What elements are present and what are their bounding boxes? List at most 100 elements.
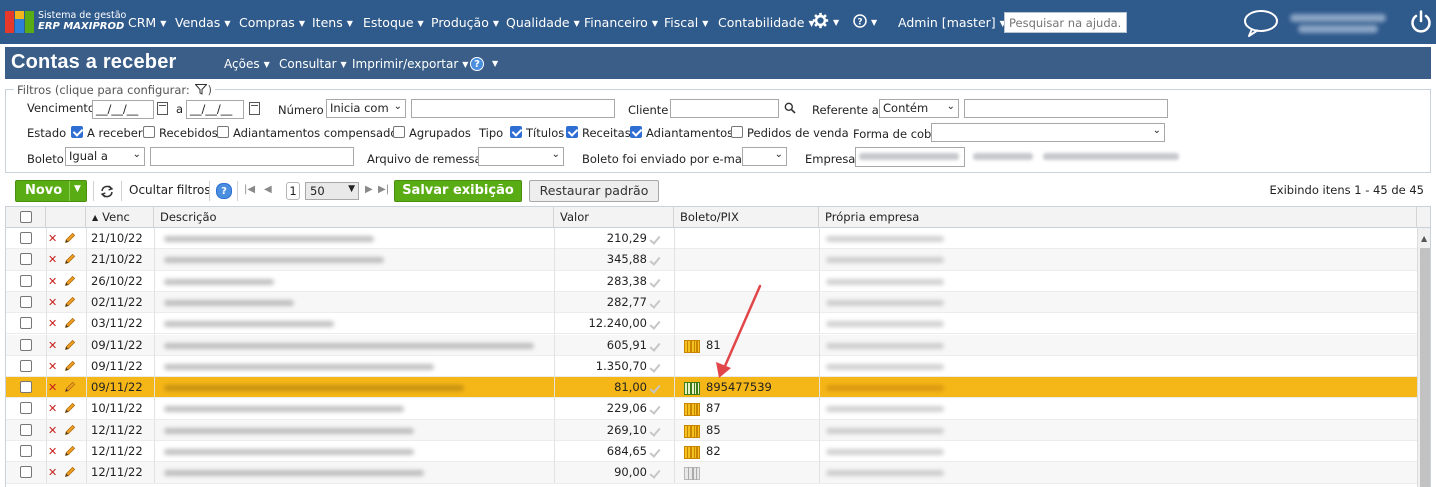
help-menu[interactable]: ? ▼ bbox=[853, 14, 877, 29]
ocultar-filtros-button[interactable]: Ocultar filtros bbox=[129, 183, 211, 197]
cell-boleto[interactable]: 87 bbox=[706, 398, 721, 419]
barcode-icon[interactable] bbox=[684, 446, 700, 459]
edit-pencil-icon[interactable] bbox=[64, 466, 76, 478]
row-checkbox[interactable] bbox=[20, 423, 32, 436]
cell-boleto[interactable]: 895477539 bbox=[706, 377, 772, 398]
delete-x-icon[interactable]: ✕ bbox=[48, 466, 57, 479]
row-checkbox[interactable] bbox=[20, 232, 32, 244]
table-row[interactable]: ✕ 12/11/22 269,10 85 bbox=[6, 419, 1417, 441]
table-row[interactable]: ✕ 02/11/22 282,77 bbox=[6, 291, 1417, 314]
edit-pencil-icon[interactable] bbox=[64, 232, 76, 244]
delete-x-icon[interactable]: ✕ bbox=[48, 253, 57, 266]
delete-x-icon[interactable]: ✕ bbox=[48, 275, 57, 288]
col-descricao[interactable]: Descrição bbox=[154, 207, 554, 228]
nav-fiscal[interactable]: Fiscal ▼ bbox=[664, 15, 708, 30]
table-row[interactable]: ✕ 09/11/22 81,00 895477539 bbox=[6, 377, 1417, 399]
referente-input[interactable] bbox=[964, 99, 1168, 118]
calendar-icon[interactable] bbox=[249, 102, 260, 115]
search-icon[interactable] bbox=[784, 102, 796, 114]
menu-acoes[interactable]: Ações ▼ bbox=[224, 57, 270, 71]
edit-pencil-icon[interactable] bbox=[64, 339, 76, 351]
nav-financeiro[interactable]: Financeiro ▼ bbox=[584, 15, 658, 30]
page-size-select[interactable]: 50 ▼ bbox=[305, 182, 359, 200]
table-row[interactable]: ✕ 10/11/22 229,06 87 bbox=[6, 398, 1417, 420]
col-valor[interactable]: Valor bbox=[554, 207, 674, 228]
estado-a-receber-checkbox[interactable] bbox=[71, 126, 83, 138]
numero-input[interactable] bbox=[411, 99, 615, 118]
menu-imprimir-exportar[interactable]: Imprimir/exportar ▼ bbox=[352, 57, 468, 71]
edit-pencil-icon[interactable] bbox=[64, 360, 76, 372]
barcode-icon[interactable] bbox=[684, 382, 700, 396]
cliente-input[interactable] bbox=[670, 99, 779, 118]
novo-button[interactable]: Novo ▼ bbox=[15, 180, 87, 202]
prev-page-icon[interactable]: ◀ bbox=[264, 184, 272, 195]
nav-qualidade[interactable]: Qualidade ▼ bbox=[506, 15, 580, 30]
edit-pencil-icon[interactable] bbox=[64, 424, 76, 436]
col-venc[interactable]: ▲ Venc bbox=[86, 207, 154, 228]
salvar-exibicao-button[interactable]: Salvar exibição bbox=[394, 180, 522, 202]
cell-boleto[interactable]: 85 bbox=[706, 420, 721, 441]
table-row[interactable]: ✕ 12/11/22 684,65 82 bbox=[6, 441, 1417, 463]
nav-producao[interactable]: Produção ▼ bbox=[431, 15, 499, 30]
cell-boleto[interactable]: 81 bbox=[706, 335, 721, 356]
nav-itens[interactable]: Itens ▼ bbox=[312, 15, 353, 30]
row-checkbox[interactable] bbox=[20, 295, 32, 308]
barcode-icon[interactable] bbox=[684, 403, 700, 417]
table-row[interactable]: ✕ 26/10/22 283,38 bbox=[6, 270, 1417, 292]
nav-contabilidade[interactable]: Contabilidade ▼ bbox=[718, 15, 815, 30]
scroll-up-icon[interactable]: ▲ bbox=[1421, 234, 1427, 243]
calendar-icon[interactable] bbox=[157, 102, 168, 115]
venc-to-input[interactable]: __/__/__ bbox=[186, 100, 244, 119]
barcode-icon[interactable] bbox=[684, 424, 700, 438]
arquivo-remessa-select[interactable]: ⌄ bbox=[478, 147, 564, 166]
delete-x-icon[interactable]: ✕ bbox=[48, 232, 57, 245]
delete-x-icon[interactable]: ✕ bbox=[48, 381, 57, 394]
row-checkbox[interactable] bbox=[20, 402, 32, 415]
estado-agrupados-checkbox[interactable] bbox=[393, 126, 405, 138]
chat-icon[interactable] bbox=[1242, 9, 1280, 37]
edit-pencil-icon[interactable] bbox=[64, 381, 76, 393]
edit-pencil-icon[interactable] bbox=[64, 253, 76, 265]
edit-pencil-icon[interactable] bbox=[64, 275, 76, 287]
select-all-checkbox[interactable] bbox=[20, 211, 32, 223]
delete-x-icon[interactable]: ✕ bbox=[48, 339, 57, 352]
menu-consultar[interactable]: Consultar ▼ bbox=[279, 57, 347, 71]
table-row[interactable]: ✕ 09/11/22 1.350,70 bbox=[6, 355, 1417, 378]
last-page-icon[interactable]: ▶| bbox=[378, 184, 389, 195]
forma-cobranca-select[interactable]: ⌄ bbox=[931, 123, 1165, 142]
estado-adiantamentos-compensados-checkbox[interactable] bbox=[217, 126, 229, 138]
col-propria-empresa[interactable]: Própria empresa bbox=[819, 207, 1417, 228]
tipo-pedidos-de-venda-checkbox[interactable] bbox=[731, 126, 743, 138]
filter-funnel-icon[interactable] bbox=[194, 84, 209, 95]
delete-x-icon[interactable]: ✕ bbox=[48, 445, 57, 458]
delete-x-icon[interactable]: ✕ bbox=[48, 360, 57, 373]
table-row[interactable]: ✕ 09/11/22 605,91 81 bbox=[6, 334, 1417, 356]
tipo-titulos-checkbox[interactable] bbox=[510, 126, 522, 138]
row-checkbox[interactable] bbox=[20, 274, 32, 287]
novo-dropdown-icon[interactable]: ▼ bbox=[74, 184, 81, 194]
table-row[interactable]: ✕ 21/10/22 345,88 bbox=[6, 249, 1417, 271]
row-checkbox[interactable] bbox=[20, 253, 32, 266]
venc-from-input[interactable]: __/__/__ bbox=[92, 100, 154, 119]
cell-boleto[interactable]: 82 bbox=[706, 441, 721, 462]
grid-scrollbar[interactable]: ▲ bbox=[1417, 228, 1430, 487]
page-number-input[interactable]: 1 bbox=[286, 182, 300, 200]
help-search-input[interactable] bbox=[1004, 12, 1127, 33]
restaurar-padrao-button[interactable]: Restaurar padrão bbox=[529, 180, 659, 202]
col-boleto-pix[interactable]: Boleto/PIX bbox=[674, 207, 819, 228]
boleto-enviado-select[interactable]: ⌄ bbox=[742, 147, 787, 166]
nav-crm[interactable]: CRM ▼ bbox=[128, 15, 166, 30]
referente-op-select[interactable]: Contém ⌄ bbox=[879, 99, 959, 118]
row-checkbox[interactable] bbox=[20, 317, 32, 330]
barcode-icon[interactable] bbox=[684, 467, 700, 481]
row-checkbox[interactable] bbox=[20, 466, 32, 479]
row-checkbox[interactable] bbox=[20, 338, 32, 351]
edit-pencil-icon[interactable] bbox=[64, 402, 76, 414]
delete-x-icon[interactable]: ✕ bbox=[48, 317, 57, 330]
table-row[interactable]: ✕ 21/10/22 210,29 bbox=[6, 228, 1417, 250]
settings-menu[interactable]: ▼ bbox=[812, 12, 839, 29]
delete-x-icon[interactable]: ✕ bbox=[48, 296, 57, 309]
edit-pencil-icon[interactable] bbox=[64, 296, 76, 308]
user-menu[interactable]: Admin [master] ▼ bbox=[898, 15, 1006, 30]
nav-estoque[interactable]: Estoque ▼ bbox=[363, 15, 424, 30]
